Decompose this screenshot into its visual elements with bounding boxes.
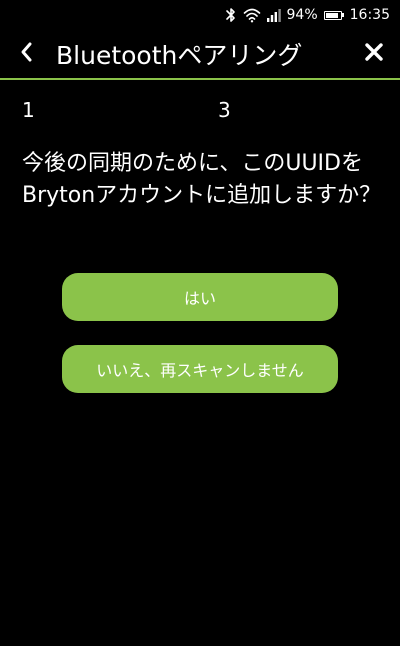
device-id-row: 1 3 bbox=[0, 96, 400, 126]
status-time: 16:35 bbox=[349, 7, 390, 23]
device-id-first: 1 bbox=[22, 98, 35, 122]
back-button[interactable] bbox=[0, 29, 52, 79]
confirmation-message: 今後の同期のために、このUUIDをBrytonアカウントに追加しますか？ bbox=[22, 151, 382, 208]
chevron-left-icon bbox=[19, 41, 33, 67]
close-button[interactable] bbox=[348, 29, 400, 79]
screen: 94% 16:35 Bluetoothペアリング 1 3 今後の同期のために、こ… bbox=[0, 0, 400, 646]
close-icon bbox=[364, 42, 384, 66]
status-bar: 94% 16:35 bbox=[0, 0, 400, 30]
device-id-second: 3 bbox=[218, 98, 231, 122]
bluetooth-icon bbox=[225, 6, 237, 24]
page-title: Bluetoothペアリング bbox=[56, 41, 303, 70]
no-rescan-button[interactable]: いいえ、再スキャンしません bbox=[62, 345, 338, 393]
app-header: Bluetoothペアリング bbox=[0, 30, 400, 80]
battery-icon bbox=[323, 10, 344, 20]
yes-button[interactable]: はい bbox=[62, 273, 338, 321]
signal-icon bbox=[266, 6, 281, 24]
wifi-icon bbox=[243, 6, 261, 24]
battery-percent: 94% bbox=[286, 7, 318, 23]
